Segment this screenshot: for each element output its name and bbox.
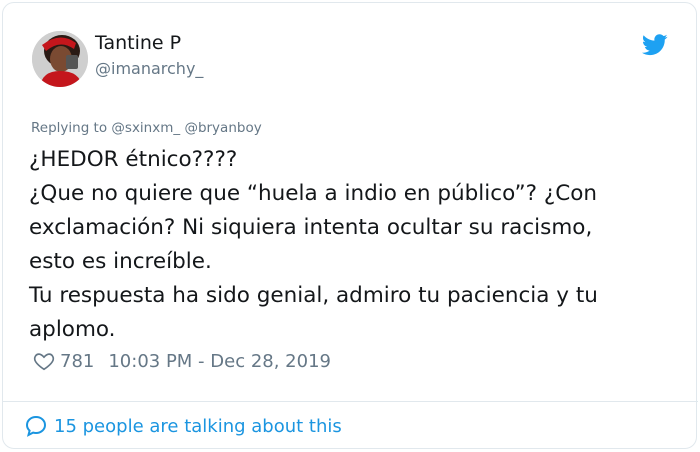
speech-bubble-icon: [24, 414, 48, 438]
replying-to-label: Replying to: [31, 120, 108, 136]
like-count[interactable]: 781: [60, 351, 94, 372]
tweet-timestamp[interactable]: 10:03 PM - Dec 28, 2019: [108, 351, 331, 372]
tweet-meta: 781 10:03 PM - Dec 28, 2019: [33, 350, 331, 372]
tweet-text-line: ¿HEDOR étnico????: [29, 147, 238, 172]
reply-mention-link[interactable]: @sxinxm_: [111, 120, 180, 136]
tweet-text-line: ¿Que no quiere que “huela a indio en púb…: [29, 181, 598, 206]
author-handle[interactable]: @imanarchy_: [95, 59, 203, 78]
talking-about-link[interactable]: 15 people are talking about this: [24, 414, 342, 438]
author-display-name[interactable]: Tantine P: [95, 32, 181, 54]
tweet-text-line: exclamación? Ni siquiera intenta ocultar…: [29, 215, 593, 240]
tweet-text-line: esto es increíble.: [29, 249, 212, 274]
reply-mention-link[interactable]: @bryanboy: [184, 120, 261, 136]
tweet-text-line: aplomo.: [29, 317, 116, 342]
replying-to-line: Replying to @sxinxm_ @bryanboy: [31, 120, 262, 136]
divider: [2, 401, 698, 402]
tweet-text: ¿HEDOR étnico???? ¿Que no quiere que “hu…: [29, 143, 679, 347]
heart-icon[interactable]: [33, 350, 55, 372]
talking-about-text: 15 people are talking about this: [54, 415, 342, 437]
twitter-bird-icon[interactable]: [641, 34, 668, 56]
avatar[interactable]: [32, 31, 88, 87]
tweet-text-line: Tu respuesta ha sido genial, admiro tu p…: [29, 283, 598, 308]
